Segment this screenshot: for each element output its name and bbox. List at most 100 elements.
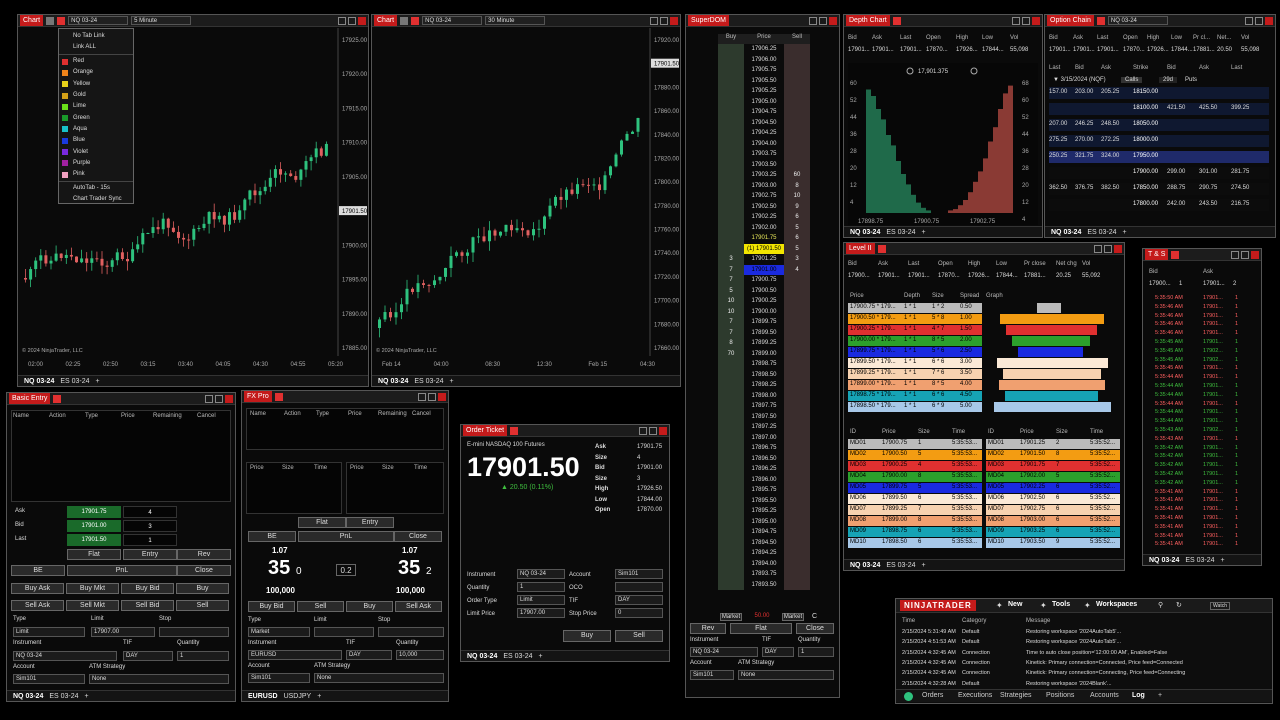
minimize-icon[interactable] xyxy=(650,16,658,25)
close-icon[interactable] xyxy=(1265,16,1273,25)
chart2-gear-icon[interactable] xyxy=(400,16,409,25)
dom-buy-cell[interactable] xyxy=(718,159,744,170)
chart1-gear-icon[interactable] xyxy=(46,16,55,25)
dom-row[interactable]: 17906.00 xyxy=(718,54,810,65)
dom-row[interactable]: 17898.00 xyxy=(718,390,810,401)
account-select[interactable]: Sim101 xyxy=(690,670,734,680)
dom-row[interactable]: 17896.00 xyxy=(718,474,810,485)
tab-es[interactable]: ES 03-24 xyxy=(503,653,532,660)
dom-row[interactable]: (1) 17901.50 5 xyxy=(718,243,810,254)
add-tab-button[interactable]: + xyxy=(922,229,926,236)
dom-buy-cell[interactable]: 70 xyxy=(718,348,744,359)
dom-row[interactable]: 17906.25 xyxy=(718,44,810,55)
dom-row[interactable]: 17895.50 xyxy=(718,495,810,506)
close-icon[interactable] xyxy=(225,394,233,403)
rev-button[interactable]: Rev xyxy=(177,549,231,560)
tab-nq[interactable]: NQ 03-24 xyxy=(1051,229,1081,236)
link-menu-item[interactable]: Chart Trader Sync xyxy=(59,194,133,205)
dom-sell-cell[interactable] xyxy=(784,401,810,412)
dom-sell-cell[interactable]: 8 xyxy=(784,180,810,191)
sell-button[interactable]: Sell xyxy=(615,630,663,642)
dom-sell-cell[interactable] xyxy=(784,128,810,139)
dom-row[interactable]: 17904.50 xyxy=(718,117,810,128)
control-tab-4[interactable]: Accounts xyxy=(1090,692,1119,699)
dom-sell-cell[interactable] xyxy=(784,548,810,559)
dom-buy-cell[interactable] xyxy=(718,443,744,454)
fx-link-icon[interactable] xyxy=(274,392,283,401)
link-menu-item[interactable]: AutoTab - 15s xyxy=(59,183,133,194)
stop-price-input[interactable] xyxy=(378,627,444,637)
tif-select[interactable]: DAY xyxy=(123,651,173,661)
dom-row[interactable]: 17903.75 xyxy=(718,149,810,160)
dom-buy-cell[interactable] xyxy=(718,138,744,149)
tab-es[interactable]: ES 03-24 xyxy=(886,229,915,236)
dom-sell-cell[interactable] xyxy=(784,579,810,590)
dom-buy-cell[interactable] xyxy=(718,233,744,244)
dom-sell-cell[interactable] xyxy=(784,474,810,485)
link-menu-item[interactable]: Link ALL xyxy=(59,42,133,53)
tab-nq[interactable]: NQ 03-24 xyxy=(13,693,43,700)
dom-sell-cell[interactable] xyxy=(784,369,810,380)
dom-row[interactable]: 17895.00 xyxy=(718,516,810,527)
maximize-icon[interactable] xyxy=(1241,250,1249,259)
close-icon[interactable] xyxy=(1114,244,1122,253)
dom-buy-cell[interactable]: 8 xyxy=(718,338,744,349)
stop-price-input[interactable] xyxy=(159,627,229,637)
dom-row[interactable]: 17902.50 9 xyxy=(718,201,810,212)
dom-row[interactable]: 17904.25 xyxy=(718,128,810,139)
control-tab-5[interactable]: Log xyxy=(1132,692,1145,699)
dom-buy-cell[interactable] xyxy=(718,117,744,128)
dom-buy-cell[interactable] xyxy=(718,107,744,118)
dom-sell-cell[interactable] xyxy=(784,558,810,569)
dom-buy-cell[interactable] xyxy=(718,180,744,191)
option-instrument-select[interactable]: NQ 03-24 xyxy=(1107,16,1168,25)
dom-buy-cell[interactable] xyxy=(718,485,744,496)
tab-es[interactable]: ES 03-24 xyxy=(1087,229,1116,236)
refresh-icon[interactable]: ↻ xyxy=(1176,601,1182,609)
dom-row[interactable]: 17898.50 xyxy=(718,369,810,380)
fx-action-button-0[interactable]: Buy Bid xyxy=(248,601,295,612)
dom-sell-cell[interactable]: 6 xyxy=(784,233,810,244)
dom-sell-cell[interactable] xyxy=(784,327,810,338)
dom-buy-cell[interactable]: 7 xyxy=(718,264,744,275)
dom-sell-cell[interactable] xyxy=(784,411,810,422)
dom-row[interactable]: 17901.75 6 xyxy=(718,233,810,244)
control-tab-6[interactable]: + xyxy=(1158,692,1162,699)
dom-buy-cell[interactable] xyxy=(718,201,744,212)
tab-es[interactable]: ES 03-24 xyxy=(49,693,78,700)
maximize-icon[interactable] xyxy=(1255,16,1263,25)
dom-buy-cell[interactable]: 5 xyxy=(718,285,744,296)
control-tab-0[interactable]: Orders xyxy=(922,692,943,699)
maximize-icon[interactable] xyxy=(1022,16,1030,25)
dom-row[interactable]: 7 17899.50 xyxy=(718,327,810,338)
tab-eurusd[interactable]: EURUSD xyxy=(248,693,278,700)
dom-sell-cell[interactable]: 9 xyxy=(784,201,810,212)
tab-es[interactable]: ES 03-24 xyxy=(414,378,443,385)
new-icon[interactable]: ✦ xyxy=(996,601,1003,610)
instrument-select[interactable]: NQ 03-24 xyxy=(517,569,565,579)
dom-sell-cell[interactable]: 4 xyxy=(784,264,810,275)
link-color-item[interactable]: Green xyxy=(59,112,133,123)
dom-row[interactable]: 17894.50 xyxy=(718,537,810,548)
sell-button-0[interactable]: Sell Ask xyxy=(11,600,64,611)
chart2-plot[interactable]: 17920.00 17901.50 17880.00 17860.00 17840.00… xyxy=(372,28,680,374)
dom-sell-cell[interactable] xyxy=(784,86,810,97)
rev-button[interactable]: Rev xyxy=(690,623,726,634)
dom-buy-cell[interactable] xyxy=(718,65,744,76)
dom-row[interactable]: 17903.00 8 xyxy=(718,180,810,191)
close-button[interactable]: Close xyxy=(394,531,442,542)
close-icon[interactable] xyxy=(1251,250,1259,259)
pin-icon[interactable]: ⚲ xyxy=(1158,601,1163,609)
close-button[interactable]: Close xyxy=(796,623,834,634)
dom-row[interactable]: 17895.25 xyxy=(718,506,810,517)
close-icon[interactable] xyxy=(670,16,678,25)
dom-buy-cell[interactable]: 7 xyxy=(718,317,744,328)
fx-action-button-3[interactable]: Sell Ask xyxy=(395,601,442,612)
minimize-icon[interactable] xyxy=(1094,244,1102,253)
dom-buy-cell[interactable]: 3 xyxy=(718,254,744,265)
dom-sell-cell[interactable] xyxy=(784,159,810,170)
buy-button-2[interactable]: Buy Bid xyxy=(121,583,174,594)
dom-sell-cell[interactable] xyxy=(784,44,810,55)
atm-select[interactable]: None xyxy=(738,670,834,680)
dom-buy-cell[interactable]: 10 xyxy=(718,306,744,317)
